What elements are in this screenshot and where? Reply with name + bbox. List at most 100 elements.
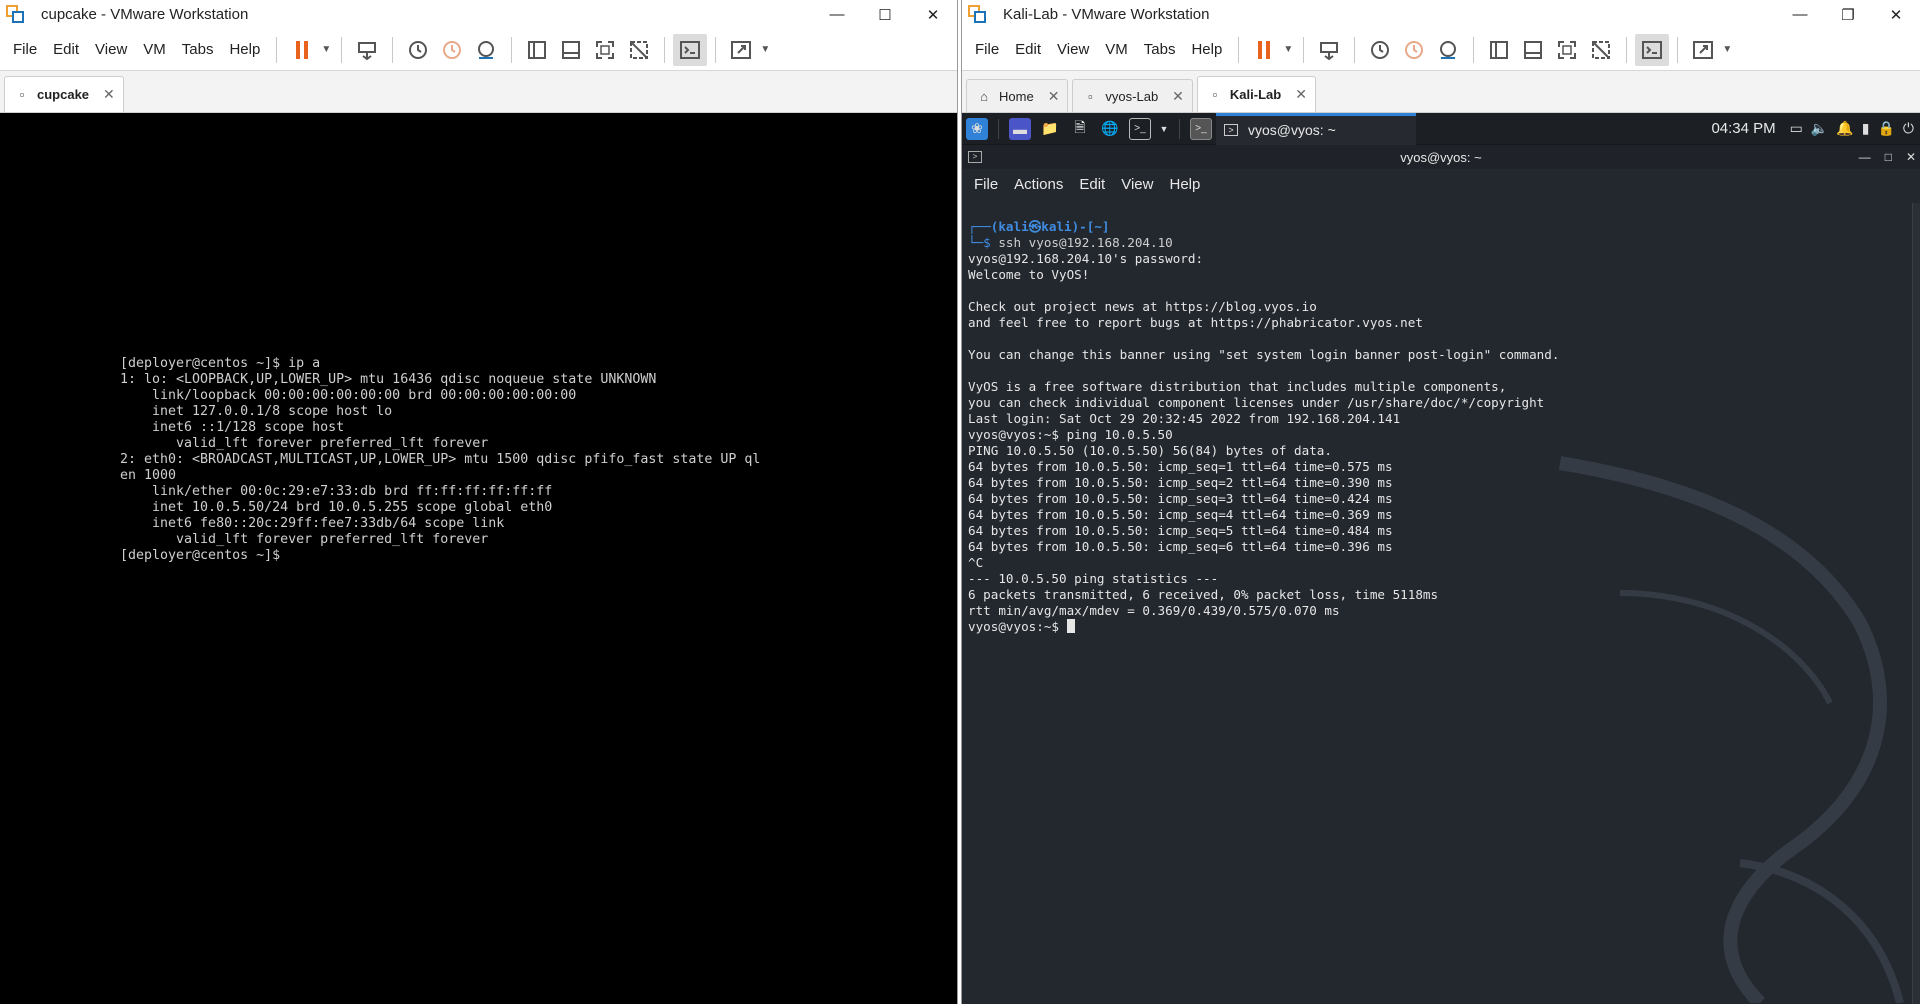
prompt-command: ssh vyos@192.168.204.10 (998, 235, 1173, 250)
power-dropdown-icon[interactable]: ▼ (319, 34, 333, 66)
vm-console-cupcake[interactable]: [deployer@centos ~]$ ip a 1: lo: <LOOPBA… (0, 113, 957, 1004)
close-tab-icon[interactable]: ✕ (1048, 88, 1060, 105)
revert-snapshot-icon[interactable] (1397, 34, 1431, 66)
tab-home[interactable]: ⌂ Home ✕ (966, 79, 1069, 112)
terminal-menu-view[interactable]: View (1113, 176, 1161, 193)
stretch-dropdown-icon[interactable]: ▼ (758, 34, 772, 66)
close-button[interactable]: ✕ (909, 0, 957, 29)
title-bar: Kali-Lab - VMware Workstation — ❐ ✕ (962, 0, 1920, 29)
menu-file[interactable]: File (967, 29, 1007, 71)
restore-button[interactable]: ❐ (1824, 0, 1872, 29)
unity-icon[interactable] (1584, 34, 1618, 66)
close-tab-icon[interactable]: ✕ (103, 86, 115, 103)
menu-tabs[interactable]: Tabs (174, 29, 222, 71)
vm-console-kali[interactable]: ❀ ▬ 📁 🗎 🌐 >_ ▼ >_ > vyos@vyos: ~ 04:34 P… (962, 113, 1920, 1004)
vm-tab-bar: ▫ cupcake ✕ (0, 71, 957, 113)
vm-tab-bar: ⌂ Home ✕ ▫ vyos-Lab ✕ ▫ Kali-Lab ✕ (962, 71, 1920, 113)
snapshot-manager-icon[interactable] (1431, 34, 1465, 66)
console-view-icon[interactable] (1635, 33, 1670, 66)
full-screen-icon[interactable] (588, 34, 622, 66)
close-tab-icon[interactable]: ✕ (1295, 86, 1307, 103)
tab-vyos-lab[interactable]: ▫ vyos-Lab ✕ (1072, 79, 1193, 112)
snapshot-manager-icon[interactable] (469, 34, 503, 66)
terminal-menu-actions[interactable]: Actions (1006, 176, 1071, 193)
window-title: cupcake - VMware Workstation (41, 6, 249, 23)
menu-file[interactable]: File (5, 29, 45, 71)
tab-label: Kali-Lab (1229, 87, 1282, 102)
terminal-minimize-button[interactable]: — (1859, 150, 1871, 164)
file-manager-icon[interactable]: 📁 (1039, 118, 1061, 140)
stretch-guest-icon[interactable] (724, 34, 758, 66)
console-view-icon[interactable] (673, 33, 708, 66)
terminal-output-lines: vyos@192.168.204.10's password: Welcome … (968, 251, 1560, 618)
text-editor-icon[interactable]: 🗎 (1069, 118, 1091, 140)
tab-kali-lab[interactable]: ▫ Kali-Lab ✕ (1196, 76, 1316, 112)
full-screen-icon[interactable] (1550, 34, 1584, 66)
stretch-guest-icon[interactable] (1686, 34, 1720, 66)
kali-menu-icon[interactable]: ❀ (966, 117, 988, 140)
suspend-icon[interactable] (1247, 34, 1281, 66)
terminal-maximize-button[interactable]: □ (1885, 150, 1892, 164)
workspace-icon[interactable]: >_ (1190, 117, 1212, 140)
tab-label: vyos-Lab (1105, 88, 1159, 104)
menu-edit[interactable]: Edit (45, 29, 87, 71)
menu-vm[interactable]: VM (1097, 29, 1136, 71)
stretch-dropdown-icon[interactable]: ▼ (1720, 34, 1734, 66)
send-ctrl-alt-del-icon[interactable] (1312, 34, 1346, 66)
minimize-button[interactable]: — (813, 0, 861, 29)
minimize-button[interactable]: — (1776, 0, 1824, 29)
thumbnail-bar-icon[interactable] (1516, 34, 1550, 66)
show-library-icon[interactable] (1482, 34, 1516, 66)
menu-view[interactable]: View (1049, 29, 1097, 71)
vm-icon: ▫ (1088, 88, 1093, 104)
terminal-menu-help[interactable]: Help (1161, 176, 1208, 193)
unity-icon[interactable] (622, 34, 656, 66)
volume-icon[interactable]: 🔈 (1811, 120, 1828, 137)
menu-toolbar: File Edit View VM Tabs Help ▼ ▼ (962, 29, 1920, 71)
terminal-scrollbar[interactable] (1912, 203, 1920, 1004)
web-browser-icon[interactable]: 🌐 (1099, 118, 1121, 140)
power-icon[interactable]: ⏻ (1903, 120, 1914, 137)
show-library-icon[interactable] (520, 34, 554, 66)
menu-toolbar: File Edit View VM Tabs Help ▼ ▼ (0, 29, 957, 71)
menu-vm[interactable]: VM (135, 29, 174, 71)
close-button[interactable]: ✕ (1872, 0, 1920, 29)
vmware-logo-icon (968, 4, 990, 25)
terminal-menu-edit[interactable]: Edit (1071, 176, 1113, 193)
show-desktop-icon[interactable]: ▬ (1009, 117, 1031, 140)
lock-icon[interactable]: 🔒 (1877, 120, 1894, 137)
terminal-menu-bar: File Actions Edit View Help (962, 169, 1920, 199)
revert-snapshot-icon[interactable] (435, 34, 469, 66)
battery-icon[interactable]: ▮ (1862, 120, 1870, 137)
title-bar: cupcake - VMware Workstation — ☐ ✕ (0, 0, 957, 29)
terminal-icon: > (1224, 124, 1238, 136)
suspend-icon[interactable] (285, 34, 319, 66)
launcher-dropdown-icon[interactable]: ▼ (1159, 118, 1169, 140)
menu-help[interactable]: Help (1183, 29, 1230, 71)
snapshot-icon[interactable] (1363, 34, 1397, 66)
terminal-body[interactable]: ┌──(kali㉿kali)-[~] └─$ ssh vyos@192.168.… (962, 203, 1912, 1004)
menu-edit[interactable]: Edit (1007, 29, 1049, 71)
terminal-close-button[interactable]: ✕ (1906, 150, 1916, 164)
terminal-title-bar: > vyos@vyos: ~ — □ ✕ (962, 145, 1920, 169)
vm-icon: ▫ (1212, 87, 1218, 102)
window-title: Kali-Lab - VMware Workstation (1003, 6, 1210, 23)
kali-top-panel: ❀ ▬ 📁 🗎 🌐 >_ ▼ >_ > vyos@vyos: ~ 04:34 P… (962, 113, 1920, 145)
display-icon[interactable]: ▭ (1790, 120, 1803, 137)
menu-tabs[interactable]: Tabs (1136, 29, 1184, 71)
maximize-button[interactable]: ☐ (861, 0, 909, 29)
menu-help[interactable]: Help (221, 29, 268, 71)
send-ctrl-alt-del-icon[interactable] (350, 34, 384, 66)
terminal-launcher-icon[interactable]: >_ (1129, 117, 1151, 140)
snapshot-icon[interactable] (401, 34, 435, 66)
prompt-user: (kali㉿kali)-[~] (990, 219, 1110, 234)
menu-view[interactable]: View (87, 29, 135, 71)
notifications-icon[interactable]: 🔔 (1836, 120, 1853, 137)
clock[interactable]: 04:34 PM (1711, 120, 1775, 137)
thumbnail-bar-icon[interactable] (554, 34, 588, 66)
tab-cupcake[interactable]: ▫ cupcake ✕ (4, 76, 124, 112)
power-dropdown-icon[interactable]: ▼ (1281, 34, 1295, 66)
taskbar-terminal[interactable]: > vyos@vyos: ~ (1216, 113, 1416, 145)
terminal-menu-file[interactable]: File (966, 176, 1006, 193)
close-tab-icon[interactable]: ✕ (1172, 88, 1184, 105)
